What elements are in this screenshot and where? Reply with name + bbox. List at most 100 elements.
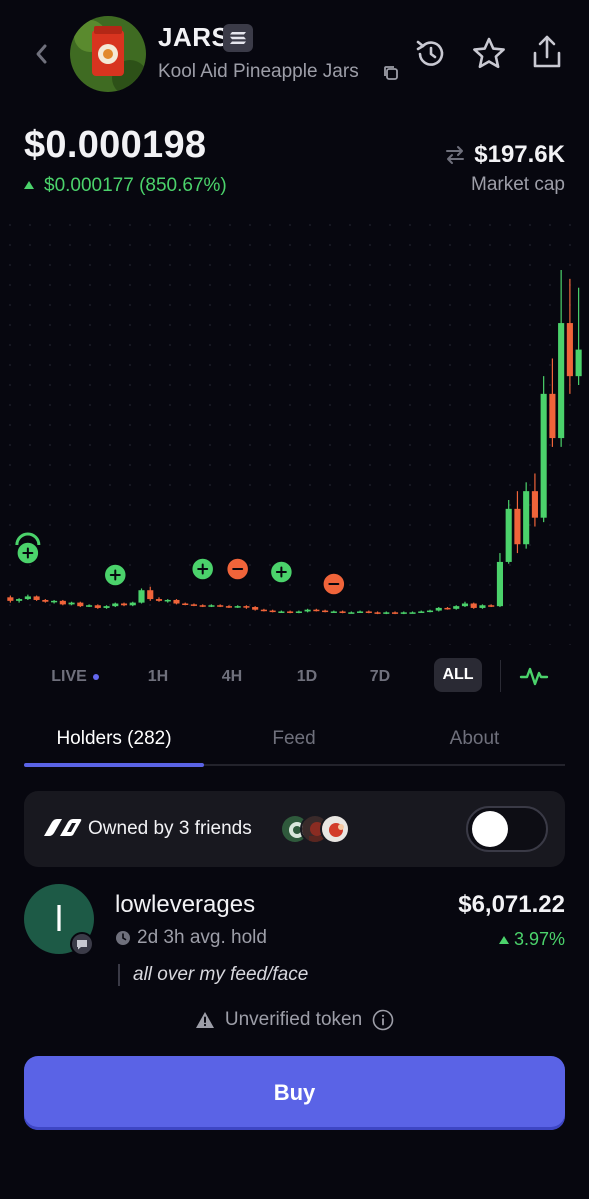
candle-body — [470, 603, 477, 608]
tab-feed[interactable]: Feed — [204, 728, 384, 750]
candle-body — [488, 605, 495, 607]
candle-body — [558, 323, 565, 439]
buy-marker[interactable] — [16, 541, 40, 565]
buy-marker[interactable] — [190, 557, 215, 581]
candle-body — [339, 611, 346, 613]
candle-body — [496, 561, 504, 607]
tab-holders[interactable]: Holders (282) — [24, 728, 204, 750]
range-1h-button[interactable]: 1H — [138, 662, 178, 692]
app-logo-icon — [44, 819, 82, 836]
buy-marker[interactable] — [103, 563, 128, 587]
sell-marker[interactable] — [225, 557, 250, 581]
candle-body — [59, 600, 66, 605]
candle-body — [566, 323, 573, 377]
candle-body — [85, 605, 93, 607]
holder-quote: all over my feed/face — [133, 964, 309, 985]
back-button[interactable] — [30, 40, 54, 68]
toggle-knob — [472, 811, 508, 847]
candle-body — [199, 605, 206, 607]
tab-about[interactable]: About — [384, 728, 565, 750]
candle-body — [435, 607, 442, 611]
candle-body — [173, 599, 180, 604]
swap-arrows-icon — [446, 146, 465, 164]
up-triangle-icon — [24, 181, 34, 189]
clock-icon — [116, 931, 130, 945]
candle-body — [147, 590, 154, 600]
candle-body — [94, 605, 101, 608]
range-1d-button[interactable]: 1D — [287, 662, 327, 692]
candle-body — [16, 599, 23, 601]
candle-body — [365, 611, 372, 613]
candle-body — [444, 607, 451, 610]
buy-button[interactable]: Buy — [24, 1056, 565, 1130]
candle-body — [155, 599, 163, 601]
candle-body — [426, 610, 434, 613]
candle-body — [461, 603, 469, 607]
candle-body — [540, 393, 547, 518]
candle-body — [531, 491, 538, 518]
holder-hold-text: 2d 3h avg. hold — [137, 927, 267, 948]
holder-message-badge — [70, 932, 94, 956]
candle-body — [208, 605, 215, 607]
range-live-label: LIVE — [51, 668, 87, 685]
candle-body — [330, 611, 337, 613]
candle-body — [269, 610, 276, 613]
share-icon — [533, 35, 561, 68]
candle-body — [400, 612, 407, 614]
candle-body — [138, 590, 145, 603]
price-chart[interactable] — [0, 215, 589, 645]
candle-body — [287, 611, 294, 613]
token-name: Kool Aid Pineapple Jars — [158, 61, 359, 82]
live-dot-icon — [92, 674, 99, 680]
price-change-value: $0.000177 (850.67%) — [44, 175, 227, 196]
holder-hold-time: 2d 3h avg. hold — [115, 927, 267, 949]
holder-change: 3.97% — [498, 929, 565, 950]
candle-body — [190, 604, 198, 606]
star-icon — [473, 37, 505, 69]
candle-body — [295, 611, 302, 613]
copy-address-button[interactable] — [382, 64, 400, 82]
candle-body — [453, 606, 460, 609]
candle-body — [68, 602, 75, 605]
candle-body — [42, 599, 49, 602]
candle-body — [112, 603, 119, 607]
warning-icon — [195, 1012, 214, 1028]
friends-filter-toggle[interactable] — [466, 806, 548, 852]
friends-logo — [40, 816, 84, 842]
candle-body — [549, 393, 556, 439]
range-all-button[interactable]: ALL — [434, 658, 482, 692]
chain-badge — [223, 24, 253, 52]
range-live-button[interactable]: LIVE — [44, 662, 106, 692]
candle-body — [409, 612, 416, 614]
favorite-button[interactable] — [470, 35, 508, 73]
pulse-line-icon — [519, 667, 549, 686]
candle-body — [120, 603, 128, 606]
candle-body — [7, 597, 14, 601]
market-cap-label: Market cap — [471, 174, 565, 195]
candle-body — [418, 611, 425, 613]
chat-bubble-icon — [77, 940, 87, 950]
unverified-text: Unverified token — [224, 1009, 363, 1030]
friend-avatar — [320, 814, 350, 844]
candle-body — [103, 606, 110, 608]
chart-type-toggle[interactable] — [519, 662, 549, 690]
solana-icon — [230, 32, 246, 44]
history-button[interactable] — [413, 36, 449, 72]
sell-marker[interactable] — [322, 572, 346, 596]
candle-body — [357, 611, 364, 613]
holder-name[interactable]: lowleverages — [115, 891, 255, 919]
candle-body — [182, 603, 189, 605]
range-4h-button[interactable]: 4H — [212, 662, 252, 692]
candle-body — [225, 606, 232, 608]
candle-body — [278, 611, 285, 613]
share-button[interactable] — [529, 33, 565, 71]
copy-icon — [384, 66, 398, 80]
buy-marker[interactable] — [269, 560, 294, 584]
market-cap-toggle[interactable]: $197.6K — [444, 141, 565, 169]
range-7d-button[interactable]: 7D — [360, 662, 400, 692]
candle-body — [24, 596, 31, 600]
candle-body — [322, 610, 329, 613]
candle-body — [304, 609, 311, 612]
candle-body — [383, 612, 390, 614]
info-icon[interactable] — [372, 1009, 394, 1031]
